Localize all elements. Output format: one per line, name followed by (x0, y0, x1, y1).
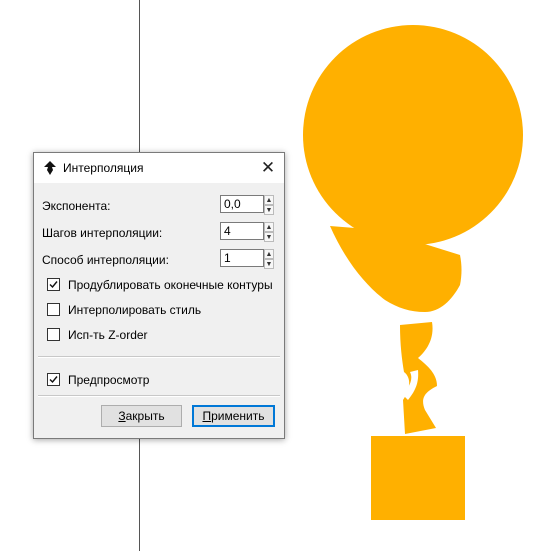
preview-label: Предпросмотр (68, 373, 150, 387)
interpolated-stem-shape (400, 322, 437, 434)
interpolation-dialog: Интерполяция ✕ Экспонента: ▲ ▼ Шагов инт… (33, 152, 285, 439)
interpolate-style-label: Интерполировать стиль (68, 303, 202, 317)
steps-input[interactable] (220, 222, 264, 240)
apply-button-mnemonic: П (202, 409, 212, 423)
close-button-label: акрыть (125, 409, 165, 423)
use-zorder-label: Исп-ть Z-order (68, 328, 148, 342)
apply-button-label: рименить (211, 409, 265, 423)
steps-label: Шагов интерполяции: (42, 226, 163, 240)
preview-checkbox[interactable] (47, 373, 60, 386)
steps-spinbox[interactable]: ▲ ▼ (220, 222, 274, 242)
exponent-input[interactable] (220, 195, 264, 213)
steps-decrement-button[interactable]: ▼ (264, 232, 274, 242)
method-label: Способ интерполяции: (42, 253, 169, 267)
steps-increment-button[interactable]: ▲ (264, 222, 274, 232)
divider (38, 395, 280, 397)
close-icon[interactable]: ✕ (252, 153, 284, 183)
inkscape-icon (44, 161, 56, 175)
exponent-spinbox[interactable]: ▲ ▼ (220, 195, 274, 215)
method-increment-button[interactable]: ▲ (264, 249, 274, 259)
base-rectangle-shape (371, 436, 465, 520)
dialog-titlebar[interactable]: Интерполяция ✕ (34, 153, 284, 183)
exponent-label: Экспонента: (42, 199, 111, 213)
method-input[interactable] (220, 249, 264, 267)
close-button-mnemonic: З (118, 409, 126, 423)
method-spinbox[interactable]: ▲ ▼ (220, 249, 274, 269)
interpolate-style-checkbox[interactable] (47, 303, 60, 316)
duplicate-endpaths-checkbox[interactable] (47, 278, 60, 291)
divider (38, 356, 280, 358)
apply-button[interactable]: Применить (192, 405, 275, 427)
checkmark-icon (49, 376, 58, 384)
balloon-circle-shape (303, 25, 523, 245)
dialog-title: Интерполяция (63, 161, 144, 175)
checkmark-icon (49, 281, 58, 289)
exponent-decrement-button[interactable]: ▼ (264, 205, 274, 215)
method-decrement-button[interactable]: ▼ (264, 259, 274, 269)
close-button[interactable]: Закрыть (101, 405, 182, 427)
duplicate-endpaths-label: Продублировать оконечные контуры (68, 278, 273, 292)
exponent-increment-button[interactable]: ▲ (264, 195, 274, 205)
use-zorder-checkbox[interactable] (47, 328, 60, 341)
